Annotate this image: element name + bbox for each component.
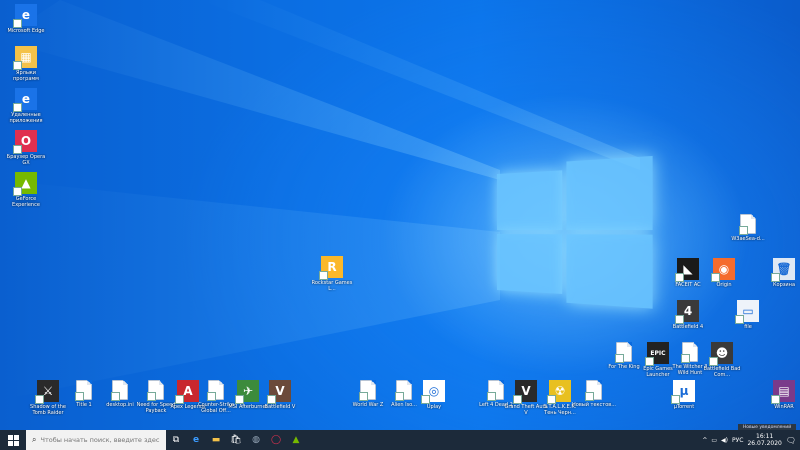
desktop-icon-label: Battlefield Bad Com... — [703, 366, 741, 378]
document-icon — [487, 380, 504, 401]
nvidia-icon: ▲ — [13, 172, 37, 196]
document-icon — [739, 214, 756, 235]
epic-games-icon: EPIC — [645, 342, 669, 366]
start-button[interactable] — [0, 430, 26, 450]
opera-gx-icon: O — [13, 130, 37, 154]
document-icon — [681, 342, 698, 363]
volume-icon[interactable]: ◀) — [721, 437, 728, 444]
document-icon — [147, 380, 164, 401]
store-icon[interactable]: 🛍 — [226, 430, 246, 450]
document-icon — [359, 380, 376, 401]
language-indicator[interactable]: РУС — [732, 437, 743, 444]
search-icon: ⌕ — [32, 435, 37, 444]
desktop-icon[interactable]: ▦ Ярлыки программ — [4, 46, 48, 82]
desktop-icon[interactable]: O Браузер Opera GX — [4, 130, 48, 166]
document-icon — [395, 380, 412, 401]
battlefield-bad-company-icon: ☻ — [709, 342, 733, 366]
edge-icon: e — [13, 4, 37, 28]
network-icon[interactable]: ▭ — [711, 437, 717, 444]
file-explorer-icon[interactable]: ▬ — [206, 430, 226, 450]
desktop-icon[interactable]: ☻ Battlefield Bad Com... — [700, 342, 744, 378]
msi-afterburner-icon: ✈ — [235, 380, 259, 404]
desktop-icon[interactable]: Новый текстов... — [572, 380, 616, 408]
faceit-icon: ◣ — [675, 258, 699, 282]
gta-v-icon: V — [513, 380, 537, 404]
desktop-icon-label: Браузер Opera GX — [6, 154, 46, 166]
search-input[interactable] — [40, 436, 161, 444]
desktop-icon[interactable]: ◎ Uplay — [412, 380, 456, 410]
desktop-icon[interactable]: ◉ Origin — [702, 258, 746, 288]
desktop-icon[interactable]: 🗑 Корзина — [762, 258, 800, 288]
desktop-icon-label: Rockstar Games L... — [311, 280, 353, 292]
taskbar-search-box[interactable]: ⌕ — [26, 430, 166, 450]
desktop-icon-label: Удаленные приложения — [9, 112, 43, 124]
system-tray: ^ ▭ ◀) РУС 16:11 26.07.2020 🗨 — [702, 430, 800, 450]
desktop-icon[interactable]: µ μTorrent — [662, 380, 706, 410]
desktop-icon-label: WinRAR — [774, 404, 794, 410]
origin-icon: ◉ — [711, 258, 735, 282]
desktop-icon[interactable]: e Удаленные приложения — [4, 88, 48, 124]
nvidia-icon[interactable]: ▲ — [286, 430, 306, 450]
desktop-icon[interactable]: ▲ GeForce Experience — [4, 172, 48, 208]
desktop-icon-label: Battlefield 4 — [672, 324, 704, 330]
opera-gx-icon[interactable]: ◯ — [266, 430, 286, 450]
desktop-icon[interactable]: W3aeSea-d... — [726, 214, 770, 242]
desktop-icon-label: GeForce Experience — [12, 196, 40, 208]
desktop-icon-label: W3aeSea-d... — [731, 236, 765, 242]
desktop-icon-label: file — [744, 324, 752, 330]
windows-start-icon — [7, 434, 19, 446]
desktop-icon[interactable]: V Battlefield V — [258, 380, 302, 410]
rockstar-icon: R — [319, 256, 343, 280]
desktop-icon-label: μTorrent — [673, 404, 695, 410]
uplay-icon: ◎ — [421, 380, 445, 404]
windows-logo-wallpaper — [497, 149, 653, 311]
taskbar: ⌕ ⧉ e ▬ 🛍 ◍ ◯ ▲ ^ ▭ ◀) РУС 16:11 26.07.2… — [0, 430, 800, 450]
desktop-icon-label: Uplay — [426, 404, 442, 410]
document-icon — [75, 380, 92, 401]
clock[interactable]: 16:11 26.07.2020 — [747, 433, 781, 447]
battlefield-4-icon: 4 — [675, 300, 699, 324]
desktop-icon[interactable]: R Rockstar Games L... — [310, 256, 354, 292]
recycle-bin-icon: 🗑 — [771, 258, 795, 282]
stalker-icon: ☢ — [547, 380, 571, 404]
tray-overflow-icon[interactable]: ^ — [702, 437, 707, 444]
clock-time: 16:11 — [756, 433, 774, 440]
utorrent-icon: µ — [671, 380, 695, 404]
document-icon — [615, 342, 632, 363]
shortcuts-folder-icon: ▦ — [13, 46, 37, 70]
tomb-raider-icon: ⚔ — [35, 380, 59, 404]
desktop-icon[interactable]: ▤ WinRAR — [762, 380, 800, 410]
desktop-icon-label: Origin — [716, 282, 732, 288]
desktop-icon-label: Battlefield V — [264, 404, 296, 410]
document-icon — [207, 380, 224, 401]
edge-icon: e — [13, 88, 37, 112]
desktop-icon-label: Новый текстов... — [572, 402, 616, 408]
battlefield-v-icon: V — [267, 380, 291, 404]
desktop-icon[interactable]: e Microsoft Edge — [4, 4, 48, 34]
steam-icon[interactable]: ◍ — [246, 430, 266, 450]
document-icon — [111, 380, 128, 401]
clock-date: 26.07.2020 — [747, 440, 782, 447]
file-icon: ▭ — [735, 300, 759, 324]
desktop-icon-label: Корзина — [772, 282, 796, 288]
document-icon — [585, 380, 602, 401]
desktop-icon[interactable]: 4 Battlefield 4 — [666, 300, 710, 330]
edge-icon[interactable]: e — [186, 430, 206, 450]
task-view-icon[interactable]: ⧉ — [166, 430, 186, 450]
desktop-icon[interactable]: ▭ file — [726, 300, 770, 330]
desktop-icon-label: Ярлыки программ — [13, 70, 39, 82]
action-center-icon[interactable]: 🗨 — [786, 436, 796, 445]
desktop-icon-label: Microsoft Edge — [7, 28, 45, 34]
winrar-icon: ▤ — [771, 380, 795, 404]
